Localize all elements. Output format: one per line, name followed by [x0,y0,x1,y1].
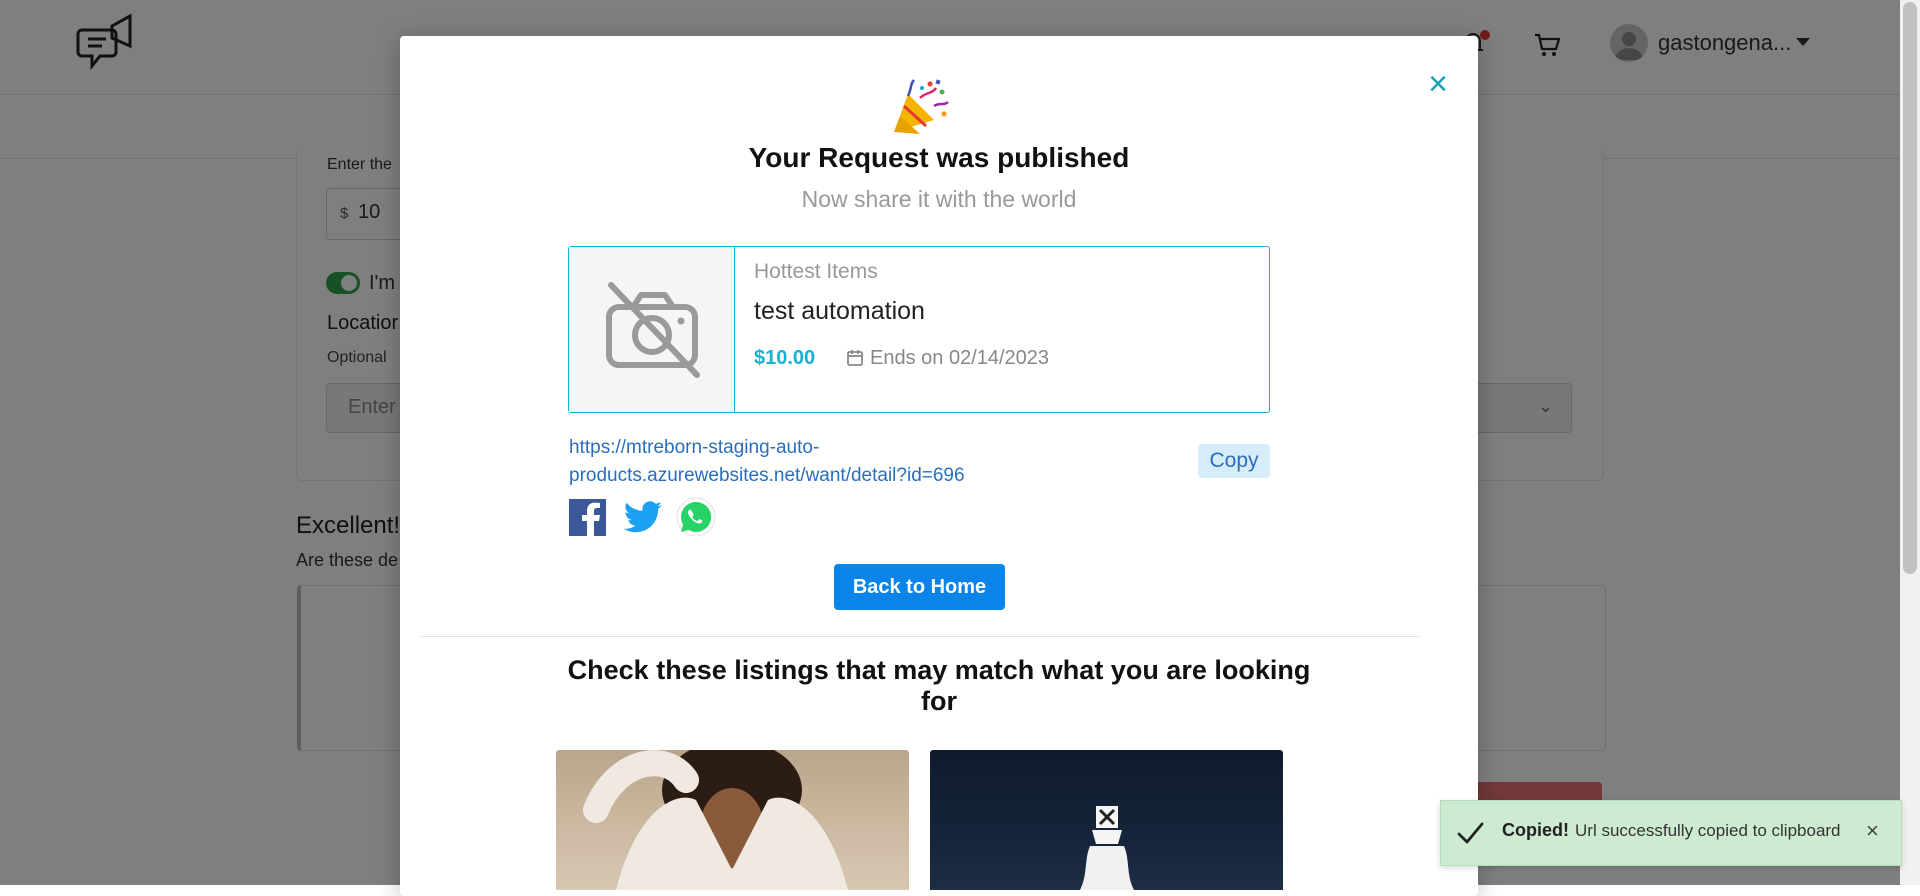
toast-message: Url successfully copied to clipboard [1575,821,1841,840]
facebook-icon[interactable] [569,499,606,536]
party-popper-icon [894,79,949,134]
back-to-home-button[interactable]: Back to Home [834,564,1005,610]
matching-listings-heading: Check these listings that may match what… [567,655,1311,716]
listing-category: Hottest Items [754,260,878,283]
calendar-icon [847,350,863,366]
listing-end-date: Ends on 02/14/2023 [870,347,1050,369]
copy-button[interactable]: Copy [1198,444,1270,478]
listing-price: $10.00 [754,347,816,369]
modal-title: Your Request was published [748,142,1130,173]
whatsapp-icon[interactable] [676,497,716,537]
twitter-icon[interactable] [624,500,664,536]
toast-title: Copied! [1502,820,1569,840]
check-icon [1457,822,1484,844]
listing-title[interactable]: test automation [754,297,925,326]
listing-photo-chess[interactable] [930,750,1283,890]
share-url-link[interactable]: https://mtreborn-staging-auto-products.a… [569,434,1009,490]
close-icon[interactable]: × [1422,67,1454,101]
divider [421,636,1419,637]
listing-photo-woman[interactable] [556,750,909,890]
scrollbar-thumb[interactable] [1903,2,1917,574]
close-icon[interactable]: × [1866,818,1879,844]
no-camera-icon [606,282,700,378]
modal-subtitle: Now share it with the world [801,186,1077,212]
